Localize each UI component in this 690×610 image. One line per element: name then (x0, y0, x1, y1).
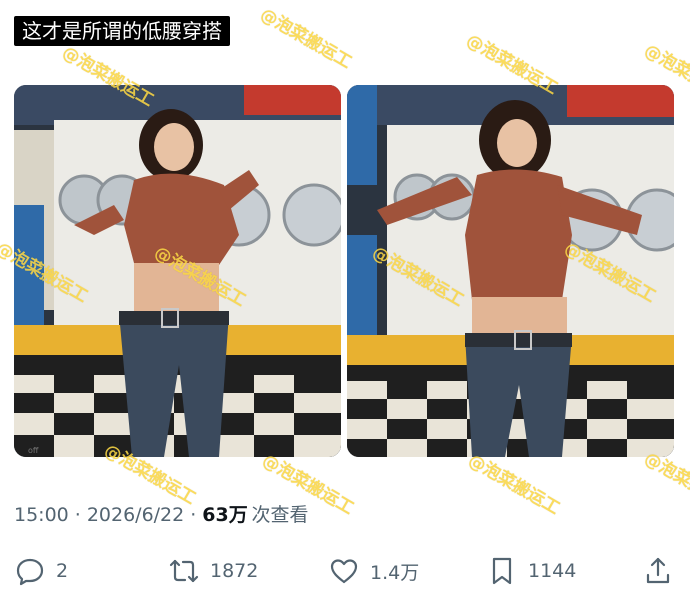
watermark-text: @泡菜搬运工 (640, 448, 690, 517)
bookmark-count: 1144 (528, 560, 577, 582)
tweet-meta: 15:00 · 2026/6/22 · 63万 次查看 (14, 500, 309, 527)
tweet-caption: 这才是所谓的低腰穿搭 (14, 16, 230, 46)
reply-icon (16, 558, 44, 586)
retweet-count: 1872 (210, 560, 259, 582)
retweet-button[interactable]: 1872 (168, 548, 258, 594)
share-button[interactable] (642, 548, 674, 594)
meta-separator: · (190, 504, 197, 526)
tweet-date[interactable]: 2026/6/22 (87, 504, 184, 526)
watermark-text: @泡菜搬运工 (256, 4, 355, 73)
heart-icon (330, 559, 358, 584)
reply-button[interactable]: 2 (14, 548, 68, 594)
bookmark-icon (492, 557, 512, 585)
meta-separator: · (74, 504, 81, 526)
view-count: 63万 (202, 504, 248, 526)
photo-small-text: off (28, 446, 39, 455)
like-button[interactable]: 1.4万 (328, 548, 419, 594)
share-icon (646, 557, 670, 584)
retweet-icon (169, 559, 199, 583)
reply-count: 2 (56, 560, 69, 582)
bookmark-button[interactable]: 1144 (486, 548, 576, 594)
tweet-action-bar: 2 1872 1.4万 1144 (0, 548, 690, 594)
view-count-label: 次查看 (251, 504, 309, 526)
watermark-text: @泡菜搬运工 (464, 450, 563, 519)
like-count: 1.4万 (370, 561, 420, 584)
tweet-time[interactable]: 15:00 (14, 504, 69, 526)
